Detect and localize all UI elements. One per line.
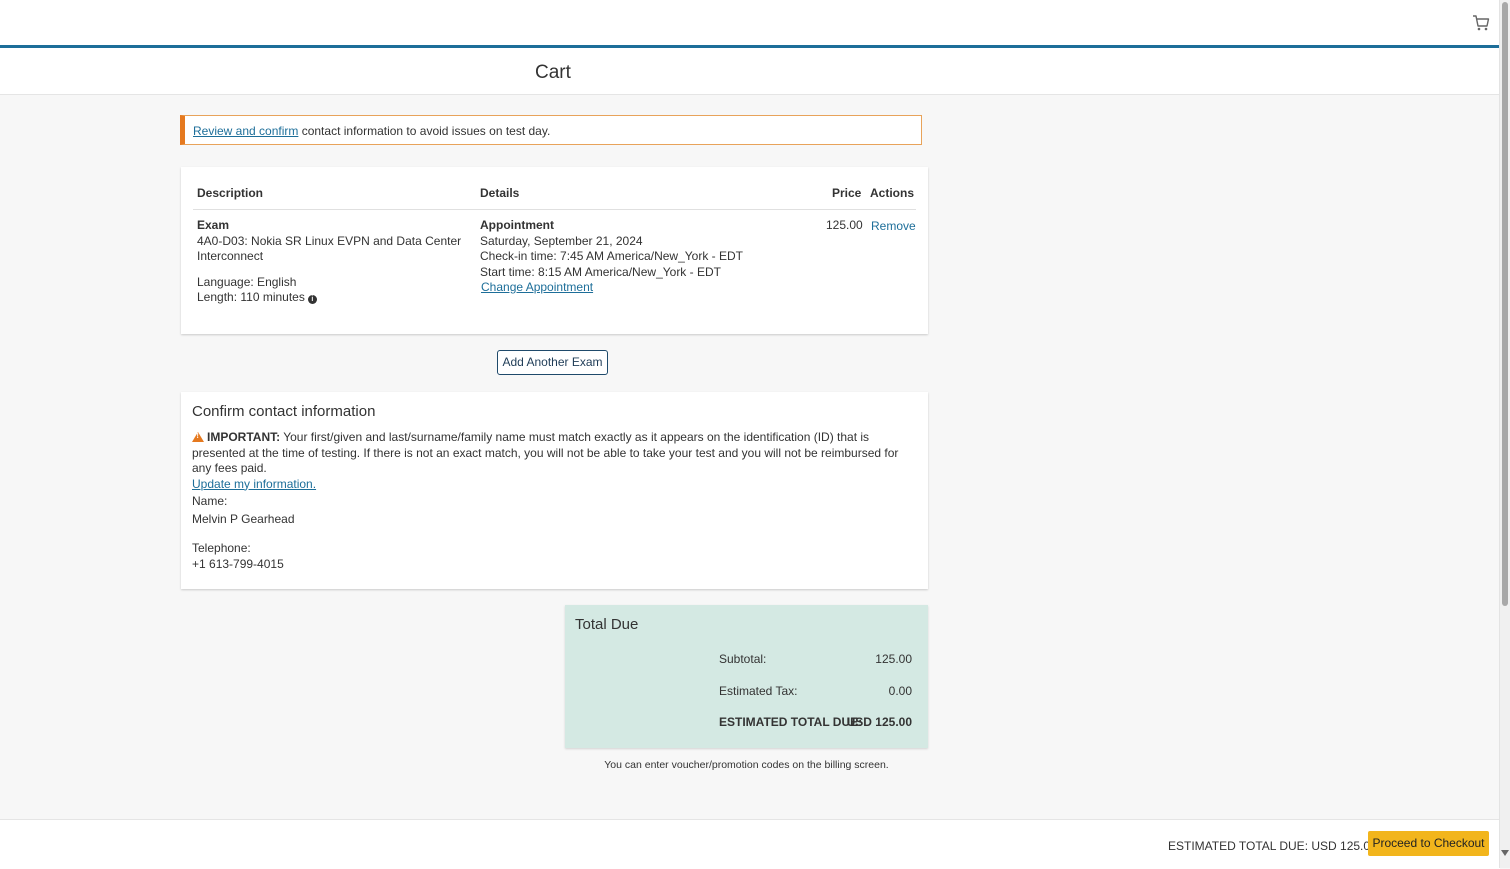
change-appointment-link[interactable]: Change Appointment bbox=[481, 280, 593, 294]
total-title: Total Due bbox=[575, 616, 639, 633]
contact-card: Confirm contact information IMPORTANT: Y… bbox=[181, 392, 928, 589]
vertical-scrollbar[interactable] bbox=[1499, 0, 1510, 868]
item-price: 125.00 bbox=[826, 218, 863, 232]
table-divider bbox=[193, 209, 916, 210]
phone-label: Telephone: bbox=[192, 541, 251, 555]
total-due-card: Total Due Subtotal: 125.00 Estimated Tax… bbox=[565, 605, 928, 748]
alert-text: Review and confirm contact information t… bbox=[193, 124, 550, 138]
appointment-date: Saturday, September 21, 2024 bbox=[480, 233, 643, 248]
footer-total: ESTIMATED TOTAL DUE: USD 125.00 bbox=[1168, 839, 1377, 853]
start-time: Start time: 8:15 AM America/New_York - E… bbox=[480, 264, 721, 279]
name-label: Name: bbox=[192, 494, 228, 508]
header-actions: Actions bbox=[870, 186, 915, 200]
phone-value: +1 613-799-4015 bbox=[192, 557, 284, 571]
item-description: Exam 4A0-D03: Nokia SR Linux EVPN and Da… bbox=[197, 218, 467, 306]
important-notice: IMPORTANT: Your first/given and last/sur… bbox=[192, 430, 917, 492]
review-confirm-link[interactable]: Review and confirm bbox=[193, 124, 298, 138]
header-details: Details bbox=[480, 186, 520, 200]
warning-icon bbox=[192, 432, 204, 442]
item-length-row: Length: 110 minutes i bbox=[197, 290, 467, 306]
item-type: Exam bbox=[197, 218, 230, 232]
appointment-label: Appointment bbox=[480, 218, 554, 232]
item-name-line1: 4A0-D03: Nokia SR Linux EVPN and Data Ce… bbox=[197, 233, 462, 248]
shopping-cart-icon[interactable] bbox=[1472, 14, 1490, 32]
important-label: IMPORTANT: bbox=[207, 430, 281, 444]
contact-title: Confirm contact information bbox=[192, 403, 376, 420]
tax-value: 0.00 bbox=[888, 684, 912, 698]
cart-table: Description Details Price Actions Exam 4… bbox=[181, 167, 928, 334]
scrollbar-thumb[interactable] bbox=[1502, 2, 1508, 606]
item-language: Language: English bbox=[197, 274, 297, 289]
scroll-down-arrow-icon[interactable] bbox=[1501, 850, 1509, 856]
item-length: Length: 110 minutes bbox=[197, 290, 305, 304]
update-info-link[interactable]: Update my information. bbox=[192, 477, 316, 491]
item-name-line2: Interconnect bbox=[197, 249, 264, 263]
item-details: Appointment Saturday, September 21, 2024… bbox=[480, 218, 800, 296]
contact-alert: Review and confirm contact information t… bbox=[180, 115, 922, 145]
header-description: Description bbox=[197, 186, 264, 200]
remove-link[interactable]: Remove bbox=[871, 219, 916, 235]
add-another-exam-button[interactable]: Add Another Exam bbox=[497, 350, 608, 375]
alert-message: contact information to avoid issues on t… bbox=[298, 124, 551, 138]
footer-bar: ESTIMATED TOTAL DUE: USD 125.00 Proceed … bbox=[0, 819, 1500, 869]
page-title: Cart bbox=[535, 62, 571, 83]
tax-label: Estimated Tax: bbox=[719, 684, 798, 698]
info-icon[interactable]: i bbox=[307, 295, 317, 304]
top-header bbox=[0, 0, 1500, 48]
total-due-label: ESTIMATED TOTAL DUE: bbox=[719, 715, 863, 729]
name-value: Melvin P Gearhead bbox=[192, 512, 295, 526]
subtotal-label: Subtotal: bbox=[719, 652, 767, 666]
header-price: Price bbox=[832, 186, 862, 200]
subtotal-value: 125.00 bbox=[875, 652, 912, 666]
total-due-value: USD 125.00 bbox=[846, 715, 912, 729]
voucher-note: You can enter voucher/promotion codes on… bbox=[604, 759, 889, 771]
title-bar: Cart bbox=[0, 48, 1500, 95]
important-text: Your first/given and last/surname/family… bbox=[192, 430, 899, 475]
checkin-time: Check-in time: 7:45 AM America/New_York … bbox=[480, 249, 743, 263]
proceed-to-checkout-button[interactable]: Proceed to Checkout bbox=[1368, 831, 1489, 856]
